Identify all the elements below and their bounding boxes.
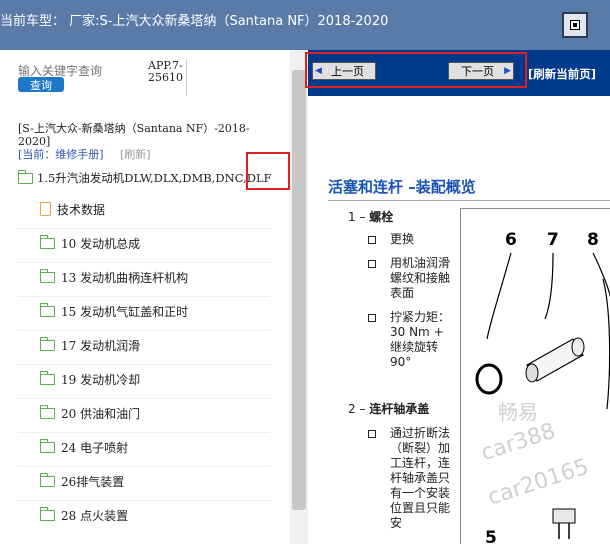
app-version: APP.7-25610 (148, 59, 183, 84)
figure-label-8: 8 (587, 230, 599, 250)
bullet-icon (368, 258, 378, 268)
folder-icon (39, 507, 55, 521)
figure-label-7: 7 (547, 230, 559, 250)
tree-item-label: 17 发动机润滑 (61, 339, 141, 353)
document-viewer: ◀ 上一页 下一页 ▶ [刷新当前页] 活塞和连杆 –装配概览 1 – 螺栓 更… (308, 50, 610, 544)
current-manual-link[interactable]: [当前：维修手册] (18, 146, 104, 162)
sidebar: 查询 APP.7-25610 [S-上汽大众-新桑塔纳（Santana NF）-… (0, 50, 290, 544)
folder-icon (39, 405, 55, 419)
tree-item-26[interactable]: 26排气装置 (18, 466, 270, 496)
tree-item-tech-data[interactable]: 技术数据 (18, 194, 270, 224)
refresh-link[interactable]: [刷新] (120, 146, 151, 162)
tree-item-label: 24 电子喷射 (61, 441, 129, 455)
folder-icon (39, 439, 55, 453)
bullet-text: 用机油润滑螺纹和接触表面 (390, 256, 451, 300)
window-toggle-button[interactable] (562, 12, 588, 38)
folder-icon (17, 169, 33, 184)
watermark: 畅易 (498, 400, 538, 424)
folder-icon (39, 303, 55, 317)
scrollbar-thumb[interactable] (292, 70, 306, 510)
window-icon (570, 20, 580, 30)
tree-item-label: 20 供油和油门 (61, 407, 141, 421)
section-number: 2 – (348, 402, 366, 416)
folder-icon (39, 473, 55, 487)
tree-item-label: 19 发动机冷却 (61, 373, 141, 387)
divider (186, 60, 187, 96)
tree-root-engine[interactable]: 1.5升汽油发动机DLW,DLX,DMB,DNC,DLF (17, 169, 272, 187)
sidebar-scrollbar[interactable] (290, 50, 308, 544)
doc-title: 活塞和连杆 –装配概览 (328, 178, 476, 196)
search-button[interactable]: 查询 (18, 77, 64, 92)
document-icon (40, 202, 51, 216)
refresh-current-page[interactable]: [刷新当前页] (528, 66, 596, 82)
title-rule (328, 200, 610, 201)
tree-item-label: 28 点火装置 (61, 509, 129, 523)
tree-item-17[interactable]: 17 发动机润滑 (18, 330, 270, 360)
tree-item-label: 13 发动机曲柄连杆机构 (61, 271, 189, 285)
tree-root-label: 1.5升汽油发动机DLW,DLX,DMB,DNC,DLF (37, 171, 272, 185)
tree-item-28[interactable]: 28 点火装置 (18, 500, 270, 530)
tree-item-15[interactable]: 15 发动机气缸盖和正时 (18, 296, 270, 326)
tree-item-24[interactable]: 24 电子喷射 (18, 432, 270, 462)
folder-icon (39, 337, 55, 351)
section-2: 2 – 连杆轴承盖 (348, 400, 429, 417)
vehicle-title: 当前车型： 厂家:S-上汽大众新桑塔纳（Santana NF）2018-2020 (0, 14, 389, 29)
section-title: 螺栓 (369, 210, 394, 224)
bullet-text: 通过折断法（断裂）加工连杆，连杆轴承盖只有一个安装位置且只能安 (390, 426, 450, 530)
top-bar: 当前车型： 厂家:S-上汽大众新桑塔纳（Santana NF）2018-2020 (0, 0, 610, 50)
folder-icon (39, 235, 55, 249)
tree-item-label: 26排气装置 (61, 475, 125, 489)
highlight-box (246, 152, 290, 190)
section-1: 1 – 螺栓 (348, 208, 393, 225)
tree-item-label: 15 发动机气缸盖和正时 (61, 305, 189, 319)
tree-item-10[interactable]: 10 发动机总成 (18, 228, 270, 258)
figure-label-6: 6 (505, 230, 517, 250)
section-number: 1 – (348, 210, 366, 224)
nav-highlight-box (305, 52, 527, 88)
folder-icon (39, 371, 55, 385)
bullet-text: 更换 (390, 232, 415, 246)
bullet-icon (368, 312, 378, 322)
figure-label-5: 5 (485, 528, 497, 544)
tree-item-13[interactable]: 13 发动机曲柄连杆机构 (18, 262, 270, 292)
tree-item-19[interactable]: 19 发动机冷却 (18, 364, 270, 394)
bullet-text: 拧紧力矩：30 Nm + 继续旋转 90° (390, 310, 451, 369)
folder-icon (39, 269, 55, 283)
bullet-icon (368, 234, 378, 244)
bullet-icon (368, 428, 378, 438)
car-name: [S-上汽大众-新桑塔纳（Santana NF）-2018-2020] (18, 122, 250, 148)
tree-item-label: 技术数据 (57, 202, 106, 217)
tree-item-label: 10 发动机总成 (61, 237, 141, 251)
section-title: 连杆轴承盖 (369, 402, 430, 416)
tree-item-20[interactable]: 20 供油和油门 (18, 398, 270, 428)
